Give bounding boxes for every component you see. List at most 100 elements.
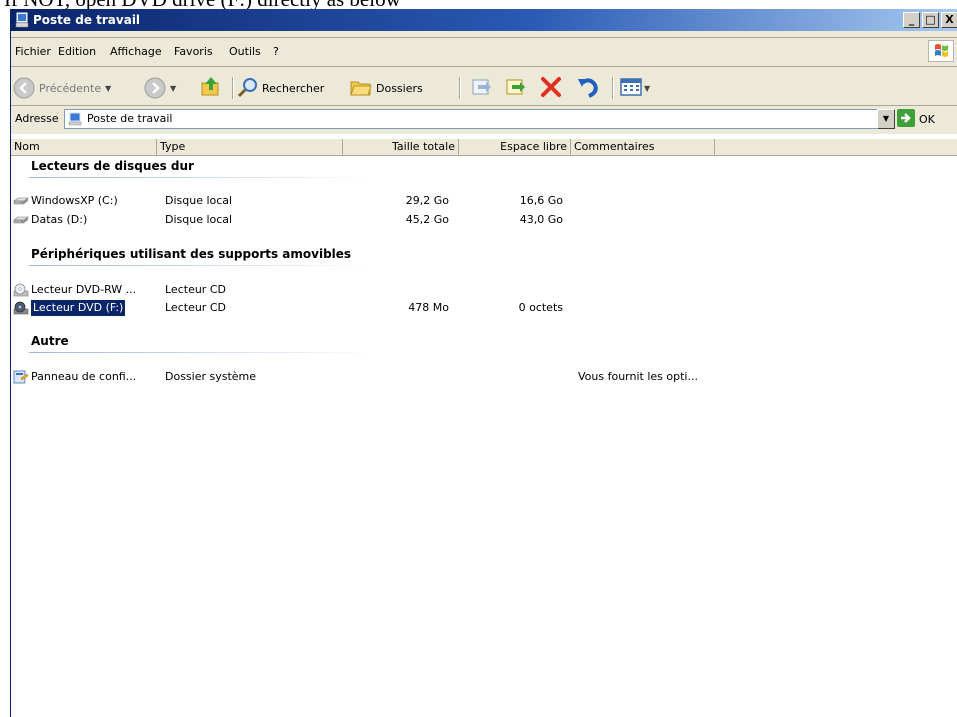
dvd-drive-icon [13, 301, 29, 315]
menu-edition[interactable]: Edition [58, 45, 96, 58]
file-list[interactable]: Nom Type Taille totale Espace libre Comm… [11, 134, 957, 717]
folders-label: Dossiers [376, 81, 423, 95]
item-free-space: 0 octets [518, 301, 563, 314]
group-header-other: Autre [31, 334, 69, 348]
item-name-cell: Panneau de confi... [13, 369, 136, 385]
back-arrow-icon [13, 77, 35, 99]
item-free-space: 43,0 Go [519, 213, 563, 226]
minimize-button[interactable]: _ [903, 12, 920, 28]
group-header-hard-disks: Lecteurs de disques dur [31, 159, 194, 173]
menu-help[interactable]: ? [273, 45, 279, 58]
address-bar: Adresse Poste de travail ▼ OK [11, 108, 957, 130]
address-input[interactable]: Poste de travail [64, 109, 891, 129]
item-comment: Vous fournit les opti... [578, 370, 698, 383]
forward-arrow-icon [144, 77, 166, 99]
column-header-total-size[interactable]: Taille totale [343, 139, 459, 155]
group-divider [29, 265, 377, 266]
search-button[interactable]: Rechercher [237, 75, 324, 101]
item-name: Lecteur DVD (F:) [29, 299, 127, 317]
go-label: OK [919, 112, 935, 126]
column-header-name[interactable]: Nom [11, 139, 157, 155]
column-header-comments[interactable]: Commentaires [571, 139, 715, 155]
move-to-folder-icon [470, 76, 494, 101]
title-bar[interactable]: Poste de travail _ □ X [11, 9, 957, 31]
list-item[interactable]: Datas (D:) Disque local 45,2 Go 43,0 Go [11, 212, 957, 228]
explorer-window: Poste de travail _ □ X Fichier Edition Aff… [10, 9, 957, 717]
item-type: Disque local [165, 213, 233, 226]
chevron-down-icon[interactable]: ▼ [644, 84, 650, 93]
item-name: Lecteur DVD-RW ... [31, 283, 137, 296]
move-to-button[interactable] [470, 75, 494, 101]
go-button[interactable]: OK [897, 108, 935, 130]
item-name: WindowsXP (C:) [31, 194, 118, 207]
window-controls: _ □ X [901, 12, 957, 28]
menu-bar: Fichier Edition Affichage Favoris Outils… [11, 40, 957, 62]
views-grid-icon [619, 76, 643, 101]
chevron-down-icon[interactable]: ▼ [105, 84, 111, 93]
search-label: Rechercher [262, 81, 325, 95]
item-type: Dossier système [165, 370, 257, 383]
address-value: Poste de travail [87, 112, 173, 125]
item-name: Panneau de confi... [31, 370, 137, 383]
column-header: Nom Type Taille totale Espace libre Comm… [11, 139, 957, 156]
toolbar-separator [612, 77, 614, 99]
folders-button[interactable]: Dossiers [349, 75, 423, 101]
windows-logo-icon [928, 40, 954, 62]
list-item-selected[interactable]: Lecteur DVD (F:) Lecteur CD 478 Mo 0 oct… [11, 299, 957, 317]
item-total-size: 478 Mo [408, 301, 449, 314]
back-label: Précédente [39, 81, 102, 95]
control-panel-icon [13, 370, 29, 384]
back-button[interactable]: Précédente ▼ [13, 75, 111, 101]
group-header-removable: Périphériques utilisant des supports amo… [31, 247, 352, 261]
close-button[interactable]: X [941, 12, 957, 28]
menu-fichier[interactable]: Fichier [15, 45, 51, 58]
list-item[interactable]: Lecteur DVD-RW ... Lecteur CD [11, 282, 957, 298]
toolbar-separator [232, 77, 234, 99]
column-header-free-space[interactable]: Espace libre [459, 139, 571, 155]
hard-drive-icon [13, 194, 29, 208]
menu-outils[interactable]: Outils [229, 45, 261, 58]
hard-drive-icon [13, 213, 29, 227]
copy-to-button[interactable] [504, 75, 528, 101]
item-name-cell: Lecteur DVD (F:) [13, 299, 127, 317]
up-folder-icon [199, 75, 223, 102]
menu-favoris[interactable]: Favoris [174, 45, 213, 58]
list-item[interactable]: WindowsXP (C:) Disque local 29,2 Go 16,6… [11, 193, 957, 209]
menu-affichage[interactable]: Affichage [110, 45, 162, 58]
item-name: Datas (D:) [31, 213, 88, 226]
my-computer-icon [15, 12, 29, 31]
undo-icon [576, 75, 600, 102]
item-name-cell: Lecteur DVD-RW ... [13, 282, 136, 298]
list-item[interactable]: Panneau de confi... Dossier système Vous… [11, 369, 957, 385]
maximize-button[interactable]: □ [922, 12, 939, 28]
column-header-type[interactable]: Type [157, 139, 343, 155]
up-folder-button[interactable] [199, 75, 223, 101]
cd-drive-icon [13, 283, 29, 297]
search-icon [237, 76, 259, 101]
chevron-down-icon[interactable]: ▼ [170, 84, 176, 93]
divider [11, 105, 957, 106]
copy-to-folder-icon [504, 76, 528, 101]
delete-button[interactable] [539, 75, 563, 101]
divider [11, 66, 957, 67]
delete-icon [539, 75, 563, 102]
folders-icon [349, 76, 373, 101]
item-type: Lecteur CD [165, 283, 226, 296]
item-type: Lecteur CD [165, 301, 226, 314]
group-divider [29, 352, 377, 353]
item-name-cell: WindowsXP (C:) [13, 193, 118, 209]
address-dropdown-button[interactable]: ▼ [877, 109, 895, 129]
item-total-size: 29,2 Go [405, 194, 449, 207]
undo-button[interactable] [576, 75, 600, 101]
address-label: Adresse [15, 112, 59, 125]
standard-toolbar: Précédente ▼ ▼ Rechercher Dossiers ▼ [11, 71, 957, 105]
toolbar-separator [459, 77, 461, 99]
views-button[interactable]: ▼ [619, 75, 650, 101]
item-free-space: 16,6 Go [519, 194, 563, 207]
item-type: Disque local [165, 194, 233, 207]
my-computer-icon [68, 112, 82, 129]
go-arrow-icon [897, 108, 915, 130]
divider [11, 37, 957, 38]
forward-button[interactable]: ▼ [144, 75, 176, 101]
window-title: Poste de travail [33, 13, 141, 27]
